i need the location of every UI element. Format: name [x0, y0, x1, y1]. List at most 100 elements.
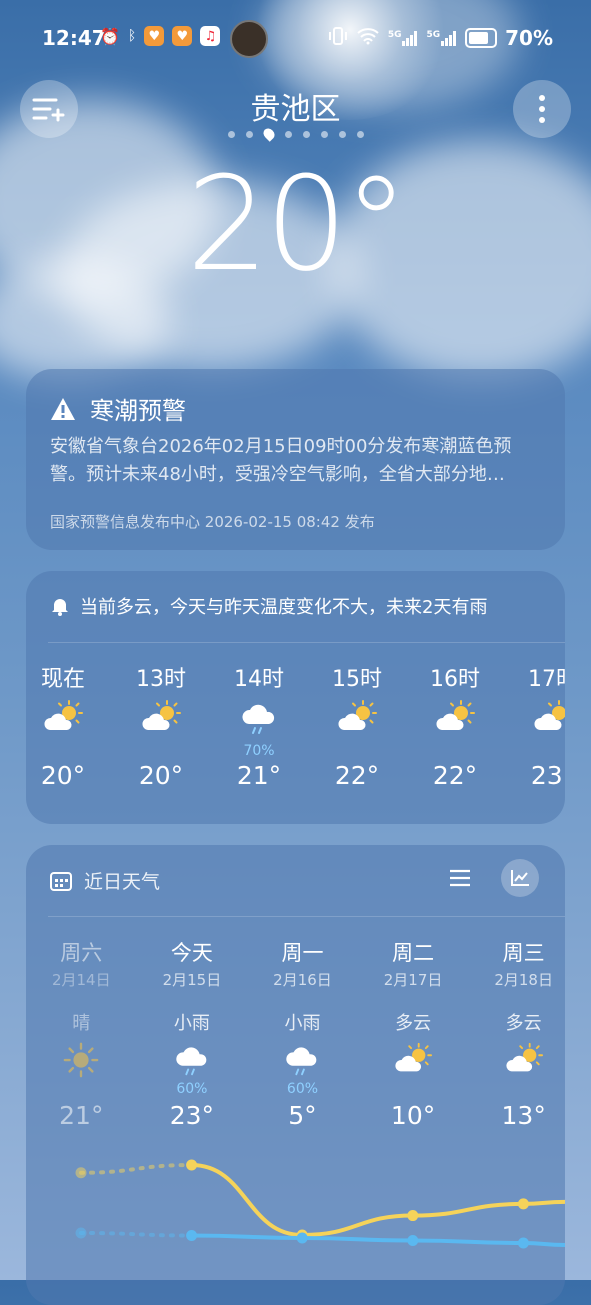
hour-label: 17时 — [528, 667, 565, 692]
hour-label: 16时 — [430, 667, 480, 692]
hour-precip — [26, 743, 112, 761]
page-dot — [227, 130, 235, 138]
hourly-list[interactable]: 现在 20° 13时 20° 14时 70% 21° 15时 22° 16时 2… — [26, 661, 565, 795]
hour-precip — [504, 743, 565, 761]
day-icon-wrap — [358, 1039, 469, 1081]
wifi-icon — [356, 27, 380, 49]
hour-precip — [406, 743, 504, 761]
high-temp-point — [407, 1210, 419, 1222]
day-precip — [468, 1081, 565, 1101]
hourly-item[interactable]: 16时 22° — [406, 661, 504, 795]
day-item[interactable]: 周三 2月18日 多云 13° — [468, 937, 565, 1135]
day-high: 13° — [501, 1101, 546, 1130]
list-icon — [450, 869, 470, 887]
app-badge-icon: ♥ — [172, 26, 193, 46]
app-badge-icon: ♥ — [144, 26, 165, 46]
hourly-item[interactable]: 现在 20° — [26, 661, 112, 795]
low-temp-point — [517, 1237, 529, 1249]
day-date: 2月17日 — [383, 971, 443, 989]
hour-label: 15时 — [332, 667, 382, 692]
hourly-item[interactable]: 15时 22° — [308, 661, 406, 795]
day-item[interactable]: 周二 2月17日 多云 10° — [358, 937, 469, 1135]
calendar-icon — [50, 871, 72, 891]
low-temp-point — [407, 1235, 419, 1246]
day-precip — [26, 1081, 137, 1101]
day-condition: 多云 — [395, 1013, 432, 1034]
high-temp-point — [186, 1159, 198, 1171]
hour-precip: 70% — [243, 743, 275, 759]
list-view-button[interactable] — [441, 859, 479, 897]
hour-precip — [112, 743, 210, 761]
low-temp-point — [296, 1232, 308, 1244]
chart-view-button[interactable] — [501, 859, 539, 897]
low-temp-line — [189, 1233, 565, 1247]
current-temperature: 20° — [186, 148, 408, 300]
signal-icon: 5G — [388, 30, 419, 46]
day-weekday: 周三 — [502, 941, 545, 965]
hourly-item[interactable]: 14时 70% 21° — [210, 661, 308, 795]
daily-list[interactable]: 周六 2月14日 晴 21° 今天 2月15日 小雨 60% 23° 周一 2月… — [26, 937, 565, 1135]
day-item[interactable]: 周六 2月14日 晴 21° — [26, 937, 137, 1135]
hourly-item[interactable]: 17时 23° — [504, 661, 565, 795]
line-chart-icon — [511, 870, 529, 886]
warning-source: 国家预警信息发布中心 2026-02-15 08:42 发布 — [50, 513, 375, 531]
status-time: 12:47 — [42, 26, 106, 50]
bell-icon — [52, 599, 68, 616]
day-high: 10° — [390, 1101, 436, 1130]
warning-icon — [51, 397, 75, 420]
divider — [48, 916, 565, 917]
battery-icon — [465, 28, 498, 48]
daily-forecast-card[interactable]: 近日天气 周六 2月14日 晴 21° 今天 2月15日 小雨 60% 23° — [26, 845, 565, 1305]
high-temp-point — [75, 1167, 87, 1179]
page-indicator[interactable] — [0, 126, 591, 142]
partly-cloudy-icon — [436, 700, 475, 730]
day-item[interactable]: 周一 2月16日 小雨 60% 5° — [247, 937, 358, 1135]
divider — [48, 642, 565, 643]
day-item[interactable]: 今天 2月15日 小雨 60% 23° — [137, 937, 248, 1135]
hourly-forecast-card[interactable]: 当前多云，今天与昨天温度变化不大，未来2天有雨 现在 20° 13时 20° 1… — [26, 571, 565, 824]
forecast-summary: 当前多云，今天与昨天温度变化不大，未来2天有雨 — [50, 593, 487, 619]
day-precip: 60% — [286, 1081, 319, 1097]
partly-cloudy-icon — [506, 1042, 543, 1072]
day-condition: 多云 — [505, 1013, 542, 1034]
hour-temp: 20° — [138, 761, 184, 790]
network-type-label: 5G — [426, 30, 441, 40]
city-name[interactable]: 贵池区 — [0, 84, 591, 128]
status-bar: 12:47 ⏰ ᛒ ♥ ♥ ♫ 5G 5G 70% — [0, 0, 591, 76]
hourly-item[interactable]: 13时 20° — [112, 661, 210, 795]
day-high: 5° — [288, 1101, 317, 1130]
day-weekday: 周一 — [281, 941, 324, 965]
high-temp-line-past — [79, 1163, 194, 1175]
daily-title: 近日天气 — [84, 871, 161, 893]
high-temp-point — [517, 1198, 529, 1210]
vibrate-icon — [328, 26, 348, 50]
low-temp-line-past — [79, 1231, 194, 1238]
hour-temp: 20° — [40, 761, 86, 790]
day-high: 21° — [59, 1101, 104, 1130]
day-precip: 60% — [176, 1081, 208, 1097]
day-date: 2月15日 — [162, 971, 222, 989]
hour-label: 14时 — [234, 667, 284, 692]
avatar — [230, 20, 268, 58]
hour-label: 现在 — [40, 667, 85, 692]
day-icon-wrap — [247, 1039, 358, 1081]
hour-icon-wrap — [26, 693, 112, 743]
hour-icon-wrap — [504, 693, 565, 743]
day-weekday: 今天 — [170, 941, 213, 965]
warning-card[interactable]: 寒潮预警 安徽省气象台2026年02月15日09时00分发布寒潮蓝色预警。预计未… — [26, 369, 565, 550]
signal-icon: 5G — [426, 30, 457, 46]
music-app-icon: ♫ — [200, 26, 221, 46]
warning-body: 安徽省气象台2026年02月15日09时00分发布寒潮蓝色预警。预计未来48小时… — [50, 436, 512, 485]
day-condition: 小雨 — [284, 1013, 321, 1034]
warning-title-row: 寒潮预警 — [50, 391, 186, 426]
day-icon-wrap — [468, 1039, 565, 1081]
low-temp-point — [186, 1230, 198, 1241]
partly-cloudy-icon — [395, 1042, 433, 1072]
day-date: 2月18日 — [494, 971, 553, 989]
hour-precip — [308, 743, 406, 761]
day-icon-wrap — [26, 1039, 137, 1081]
day-weekday: 周二 — [392, 941, 435, 965]
status-notification-icons: ⏰ ᛒ ♥ ♥ ♫ — [100, 26, 221, 46]
page-dot — [356, 130, 364, 138]
network-type-label: 5G — [387, 30, 402, 40]
